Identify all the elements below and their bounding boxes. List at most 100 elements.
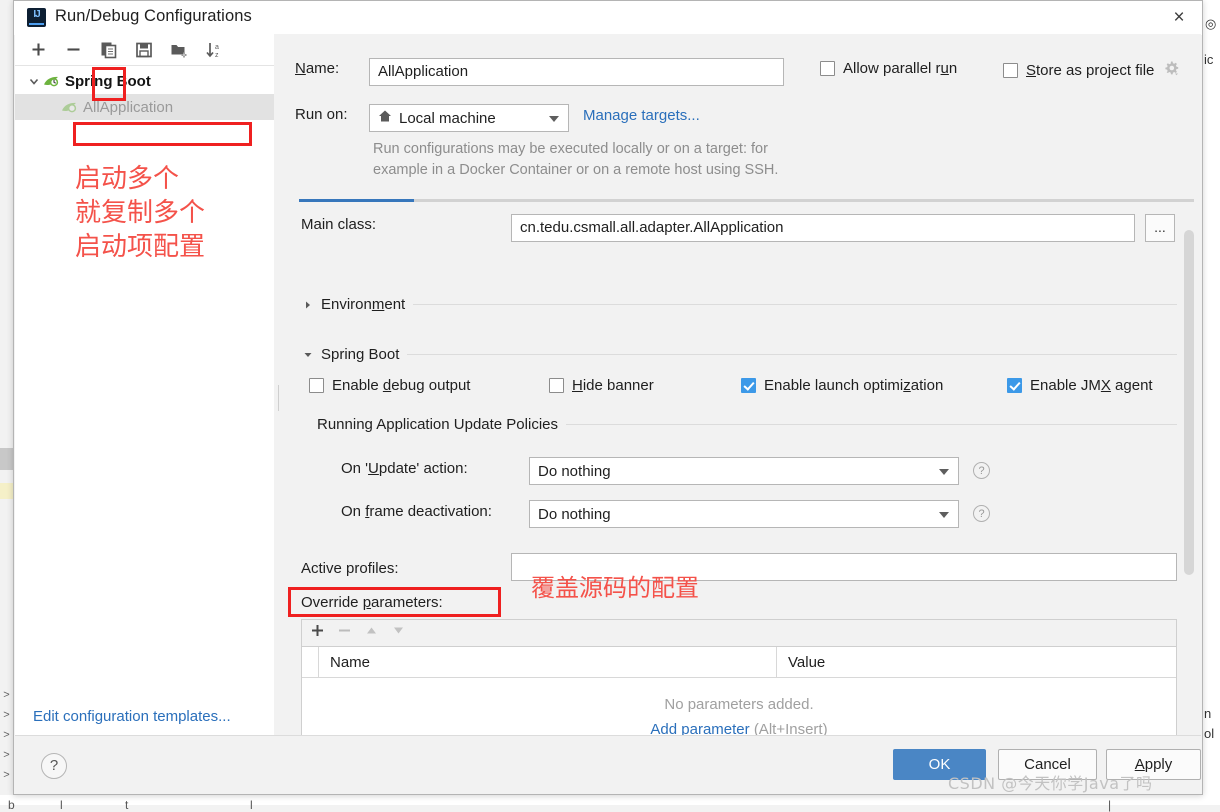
gutter-marker: > bbox=[3, 709, 10, 721]
gutter-marker: > bbox=[3, 749, 10, 761]
details-scrollbar-thumb[interactable] bbox=[1184, 230, 1194, 575]
editor-bottom-text: l bbox=[250, 798, 253, 812]
enable-jmx-agent-row[interactable]: Enable JMX agent bbox=[1007, 377, 1153, 394]
configurations-left-panel: a z Spring Boot AllApplication 启动多个 就复制多… bbox=[15, 34, 274, 736]
main-class-input[interactable]: cn.tedu.csmall.all.adapter.AllApplicatio… bbox=[511, 214, 1135, 242]
chevron-down-icon[interactable] bbox=[27, 74, 41, 88]
chevron-down-icon[interactable] bbox=[939, 469, 949, 475]
editor-bottom-text: l bbox=[60, 798, 63, 812]
dialog-title: Run/Debug Configurations bbox=[55, 7, 252, 25]
enable-launch-optimization-row[interactable]: Enable launch optimization bbox=[741, 377, 943, 394]
section-divider bbox=[407, 354, 1177, 355]
configurations-tree: Spring Boot AllApplication bbox=[15, 66, 274, 120]
manage-targets-link[interactable]: Manage targets... bbox=[583, 107, 700, 124]
tree-item-allapplication[interactable]: AllApplication bbox=[15, 94, 274, 120]
gutter-marker: > bbox=[3, 729, 10, 741]
intellij-idea-icon: IJ bbox=[27, 8, 46, 27]
on-frame-deactivation-label: On frame deactivation: bbox=[341, 503, 492, 520]
allow-parallel-run-checkbox[interactable] bbox=[820, 61, 835, 76]
help-icon[interactable]: ? bbox=[973, 505, 990, 522]
tree-group-label: Spring Boot bbox=[65, 72, 151, 90]
parameters-toolbar bbox=[301, 619, 1177, 646]
add-parameter-button[interactable] bbox=[307, 623, 328, 644]
on-frame-deactivation-select[interactable]: Do nothing bbox=[529, 500, 959, 528]
section-divider bbox=[413, 304, 1177, 305]
parameters-table-empty-state: No parameters added. Add parameter (Alt+… bbox=[302, 678, 1176, 738]
spring-boot-section[interactable]: Spring Boot bbox=[301, 346, 1177, 363]
allow-parallel-run-row[interactable]: Allow parallel run bbox=[820, 60, 957, 77]
spring-boot-section-label: Spring Boot bbox=[321, 346, 400, 363]
main-class-label: Main class: bbox=[301, 216, 377, 233]
enable-jmx-agent-checkbox[interactable] bbox=[1007, 378, 1022, 393]
column-header-value: Value bbox=[788, 653, 826, 671]
enable-jmx-agent-label: Enable JMX agent bbox=[1030, 377, 1153, 394]
on-update-action-value: Do nothing bbox=[538, 462, 611, 480]
name-input[interactable]: AllApplication bbox=[369, 58, 784, 86]
svg-text:z: z bbox=[215, 52, 219, 59]
editor-bottom-text: b bbox=[8, 798, 15, 812]
hide-banner-checkbox[interactable] bbox=[549, 378, 564, 393]
remove-parameter-button bbox=[334, 623, 355, 644]
editor-gutter-warning bbox=[0, 483, 13, 499]
editor-right-glyph: n bbox=[1204, 706, 1212, 721]
editor-bottom-text: | bbox=[1108, 798, 1112, 812]
tab-indicator bbox=[299, 199, 1194, 202]
run-on-label: Run on: bbox=[295, 106, 348, 123]
enable-debug-output-row[interactable]: Enable debug output bbox=[309, 377, 470, 394]
main-class-browse-button[interactable]: ... bbox=[1145, 214, 1175, 242]
gear-icon[interactable] bbox=[1163, 60, 1180, 81]
editor-gutter-highlight bbox=[0, 448, 13, 470]
on-update-action-select[interactable]: Do nothing bbox=[529, 457, 959, 485]
help-button[interactable]: ? bbox=[41, 753, 67, 779]
enable-debug-output-label: Enable debug output bbox=[332, 377, 471, 394]
name-label: Name: bbox=[295, 60, 340, 77]
spring-boot-icon bbox=[61, 100, 78, 115]
editor-gutter-strip bbox=[0, 0, 14, 805]
chevron-down-icon[interactable] bbox=[549, 116, 559, 122]
configuration-details-panel: Name: AllApplication Allow parallel run … bbox=[283, 34, 1201, 763]
editor-bottom-text: t bbox=[125, 798, 129, 812]
main-class-row: Main class: bbox=[301, 216, 376, 233]
editor-bottom-strip bbox=[0, 795, 1220, 805]
close-icon[interactable]: × bbox=[1166, 7, 1192, 29]
help-icon[interactable]: ? bbox=[973, 462, 990, 479]
name-row: Name: bbox=[295, 60, 339, 77]
environment-section[interactable]: Environment bbox=[301, 296, 1177, 313]
remove-configuration-button[interactable] bbox=[61, 38, 85, 62]
section-divider bbox=[566, 424, 1177, 425]
svg-text:a: a bbox=[215, 44, 219, 51]
run-on-hint-line1: Run configurations may be executed local… bbox=[373, 141, 768, 157]
allow-parallel-run-label: Allow parallel run bbox=[843, 60, 958, 77]
chevron-down-icon[interactable] bbox=[301, 348, 315, 362]
on-frame-deactivation-row: On frame deactivation: bbox=[341, 503, 492, 520]
tree-item-label: AllApplication bbox=[83, 98, 174, 116]
enable-launch-optimization-checkbox[interactable] bbox=[741, 378, 756, 393]
chevron-right-icon[interactable] bbox=[301, 298, 315, 312]
panel-splitter[interactable] bbox=[274, 34, 283, 736]
sort-alpha-icon[interactable]: a z bbox=[202, 38, 226, 62]
editor-right-glyph: ol bbox=[1204, 726, 1215, 741]
store-as-project-file-row[interactable]: Store as project file bbox=[1003, 60, 1180, 81]
update-policies-label: Running Application Update Policies bbox=[317, 416, 558, 433]
hide-banner-row[interactable]: Hide banner bbox=[549, 377, 654, 394]
save-configuration-button[interactable] bbox=[132, 38, 156, 62]
run-debug-configurations-dialog: IJ Run/Debug Configurations × a z Spring… bbox=[13, 0, 1203, 795]
home-icon bbox=[378, 109, 392, 127]
active-profiles-row: Active profiles: bbox=[301, 560, 399, 577]
row-selector-column bbox=[302, 647, 319, 677]
spring-boot-icon bbox=[43, 74, 60, 89]
store-as-project-file-checkbox[interactable] bbox=[1003, 63, 1018, 78]
run-on-hint-line2: example in a Docker Container or on a re… bbox=[373, 162, 779, 178]
enable-debug-output-checkbox[interactable] bbox=[309, 378, 324, 393]
copy-configuration-button[interactable] bbox=[97, 38, 121, 62]
parameters-table-header: Name Value bbox=[302, 647, 1176, 678]
run-on-select[interactable]: Local machine bbox=[369, 104, 569, 132]
highlight-box-allapplication bbox=[73, 122, 252, 146]
tree-group-spring-boot[interactable]: Spring Boot bbox=[15, 68, 274, 94]
chevron-down-icon[interactable] bbox=[939, 512, 949, 518]
active-profiles-label: Active profiles: bbox=[301, 560, 399, 577]
new-folder-button[interactable] bbox=[167, 38, 191, 62]
empty-state-text: No parameters added. bbox=[664, 696, 814, 713]
edit-configuration-templates-link[interactable]: Edit configuration templates... bbox=[33, 708, 231, 725]
add-configuration-button[interactable] bbox=[26, 38, 50, 62]
